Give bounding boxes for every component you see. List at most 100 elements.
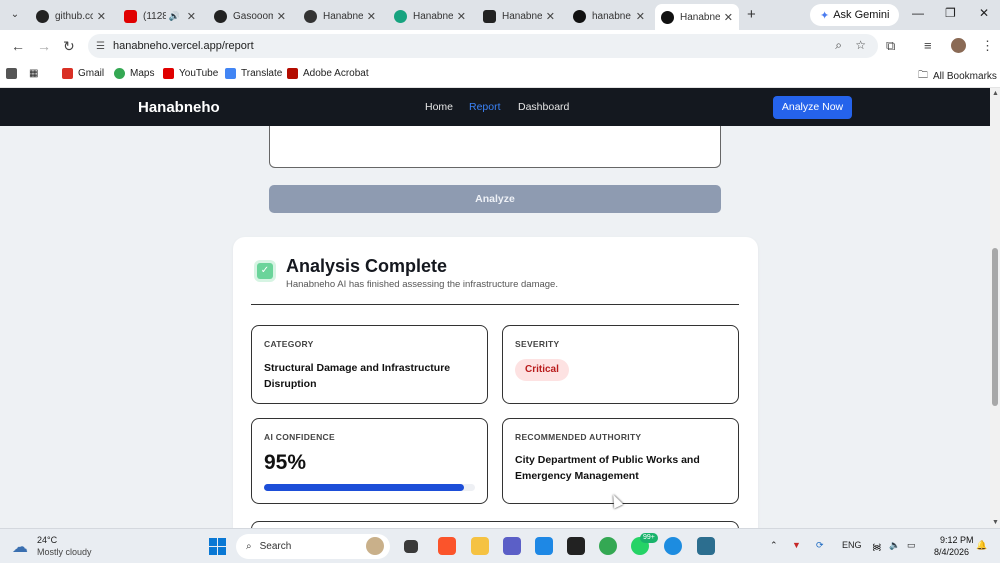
search-highlight-icon[interactable] <box>366 537 384 555</box>
result-subtitle: Hanabneho AI has finished assessing the … <box>286 279 558 290</box>
site-navbar: Hanabneho Home Report Dashboard Analyze … <box>0 88 990 126</box>
windows-start-icon[interactable] <box>209 538 226 555</box>
task-view-icon[interactable] <box>404 540 418 553</box>
chevron-up-icon[interactable]: ⌃ <box>770 540 778 551</box>
app-icon[interactable] <box>697 537 715 555</box>
confidence-bar <box>264 484 475 491</box>
close-icon[interactable]: ✕ <box>546 10 555 23</box>
speaker-icon[interactable]: 🔊 <box>169 11 180 22</box>
confidence-label: AI CONFIDENCE <box>264 432 335 442</box>
analyze-now-button[interactable]: Analyze Now <box>773 96 852 119</box>
close-icon[interactable]: ✕ <box>457 10 466 23</box>
github-icon <box>214 9 227 23</box>
close-icon[interactable]: ✕ <box>367 10 376 23</box>
description-textarea[interactable] <box>269 126 721 168</box>
app-icon <box>483 9 496 23</box>
apps-grid-icon[interactable]: ▦ <box>29 68 38 79</box>
tray-app-icon[interactable]: ▼ <box>792 540 801 550</box>
clock-date[interactable]: 8/4/2026 <box>934 547 969 557</box>
language-indicator[interactable]: ENG <box>842 540 862 550</box>
sidepanel-icon[interactable] <box>6 68 22 79</box>
close-icon[interactable]: ✕ <box>187 10 196 23</box>
weather-desc[interactable]: Mostly cloudy <box>37 547 92 557</box>
wifi-icon[interactable]: ᯼ <box>872 540 882 553</box>
close-icon[interactable]: ✕ <box>277 10 286 23</box>
brand-logo[interactable]: Hanabneho <box>138 99 220 116</box>
browser-tab[interactable]: github.cc ✕ <box>30 4 112 28</box>
nav-report[interactable]: Report <box>469 101 501 113</box>
page-scrollbar[interactable]: ▲ ▼ <box>990 88 1000 528</box>
address-bar-row: ← → ↻ ☰ hanabneho.vercel.app/report ⌕ ☆ … <box>0 30 1000 62</box>
ask-gemini-button[interactable]: ✦ Ask Gemini <box>810 4 900 26</box>
analyze-button[interactable]: Analyze <box>269 185 721 213</box>
bookmark-youtube[interactable]: YouTube <box>163 68 218 79</box>
taskbar: ☁ 24°C Mostly cloudy ⌕ Search 99+ ⌃ ▼ ⟳ … <box>0 528 1000 563</box>
scroll-down-icon[interactable]: ▼ <box>992 519 999 526</box>
browser-tab[interactable]: Gasooom ✕ <box>208 4 292 28</box>
all-bookmarks[interactable]: 🗀 All Bookmarks <box>918 68 997 85</box>
divider <box>251 304 739 305</box>
feather-icon <box>394 9 407 23</box>
authority-label: RECOMMENDED AUTHORITY <box>515 432 642 442</box>
site-settings-icon[interactable]: ☰ <box>96 41 105 52</box>
reload-icon[interactable]: ↻ <box>63 38 75 55</box>
app-icon <box>304 9 317 23</box>
weather-temp[interactable]: 24°C <box>37 535 57 545</box>
close-icon[interactable]: ✕ <box>724 11 733 24</box>
close-icon[interactable]: ✕ <box>636 10 645 23</box>
browser-tab[interactable]: (1128 🔊 ✕ <box>118 4 202 28</box>
nav-dashboard[interactable]: Dashboard <box>518 101 569 113</box>
edge-icon[interactable] <box>664 537 682 555</box>
browser-tab[interactable]: Hanabne ✕ <box>298 4 382 28</box>
chrome-icon[interactable] <box>599 537 617 555</box>
brave-icon[interactable] <box>438 537 456 555</box>
restore-icon[interactable]: ❐ <box>945 6 956 20</box>
battery-icon[interactable]: ▭ <box>907 540 916 551</box>
close-icon[interactable]: ✕ <box>97 10 106 23</box>
minimize-icon[interactable]: — <box>912 6 924 20</box>
bookmark-acrobat[interactable]: Adobe Acrobat <box>287 68 369 79</box>
search-icon: ⌕ <box>246 541 252 552</box>
browser-tab[interactable]: hanabne ✕ <box>567 4 651 28</box>
teams-icon[interactable] <box>503 537 521 555</box>
media-controls-icon[interactable]: ≡ <box>924 38 932 53</box>
check-icon: ✓ <box>257 263 273 279</box>
scroll-up-icon[interactable]: ▲ <box>992 90 999 97</box>
notification-badge: 99+ <box>640 533 658 543</box>
severity-label: SEVERITY <box>515 339 560 349</box>
browser-tab-active[interactable]: Hanabne ✕ <box>655 4 739 30</box>
category-label: CATEGORY <box>264 339 314 349</box>
zoom-icon[interactable]: ⌕ <box>835 38 842 53</box>
acrobat-icon <box>287 68 298 79</box>
sync-icon[interactable]: ⟳ <box>816 540 824 551</box>
notification-bell-icon[interactable]: 🔔 <box>976 540 987 551</box>
scroll-thumb[interactable] <box>992 248 998 406</box>
browser-tab[interactable]: Hanabne ✕ <box>388 4 472 28</box>
bookmark-translate[interactable]: Translate <box>225 68 282 79</box>
result-card: ✓ Analysis Complete Hanabneho AI has fin… <box>233 237 758 528</box>
file-explorer-icon[interactable] <box>471 537 489 555</box>
confidence-tile: AI CONFIDENCE 95% <box>251 418 488 504</box>
browser-tab[interactable]: Hanabne ✕ <box>477 4 561 28</box>
window-close-icon[interactable]: ✕ <box>979 6 989 20</box>
profile-avatar[interactable] <box>951 38 966 53</box>
tab-search-chevron-icon[interactable]: ⌄ <box>6 6 24 24</box>
page-viewport: Hanabneho Home Report Dashboard Analyze … <box>0 88 990 528</box>
category-tile: CATEGORY Structural Damage and Infrastru… <box>251 325 488 404</box>
forward-arrow-icon[interactable]: → <box>37 38 51 54</box>
new-tab-icon[interactable]: + <box>747 6 756 23</box>
weather-cloud-icon[interactable]: ☁ <box>12 537 28 557</box>
bookmark-star-icon[interactable]: ☆ <box>855 38 866 52</box>
url-bar[interactable]: ☰ hanabneho.vercel.app/report ⌕ ☆ <box>88 34 878 58</box>
back-arrow-icon[interactable]: ← <box>11 38 25 54</box>
bookmark-gmail[interactable]: Gmail <box>62 68 104 79</box>
clock-time[interactable]: 9:12 PM <box>940 535 974 545</box>
nav-home[interactable]: Home <box>425 101 453 113</box>
bookmark-maps[interactable]: Maps <box>114 68 154 79</box>
vscode-icon[interactable] <box>535 537 553 555</box>
notion-icon[interactable] <box>567 537 585 555</box>
extensions-icon[interactable]: ⧉ <box>886 38 895 54</box>
menu-dots-icon[interactable]: ⋮ <box>981 38 994 54</box>
github-icon <box>36 9 49 23</box>
volume-icon[interactable]: 🔈 <box>889 540 900 551</box>
